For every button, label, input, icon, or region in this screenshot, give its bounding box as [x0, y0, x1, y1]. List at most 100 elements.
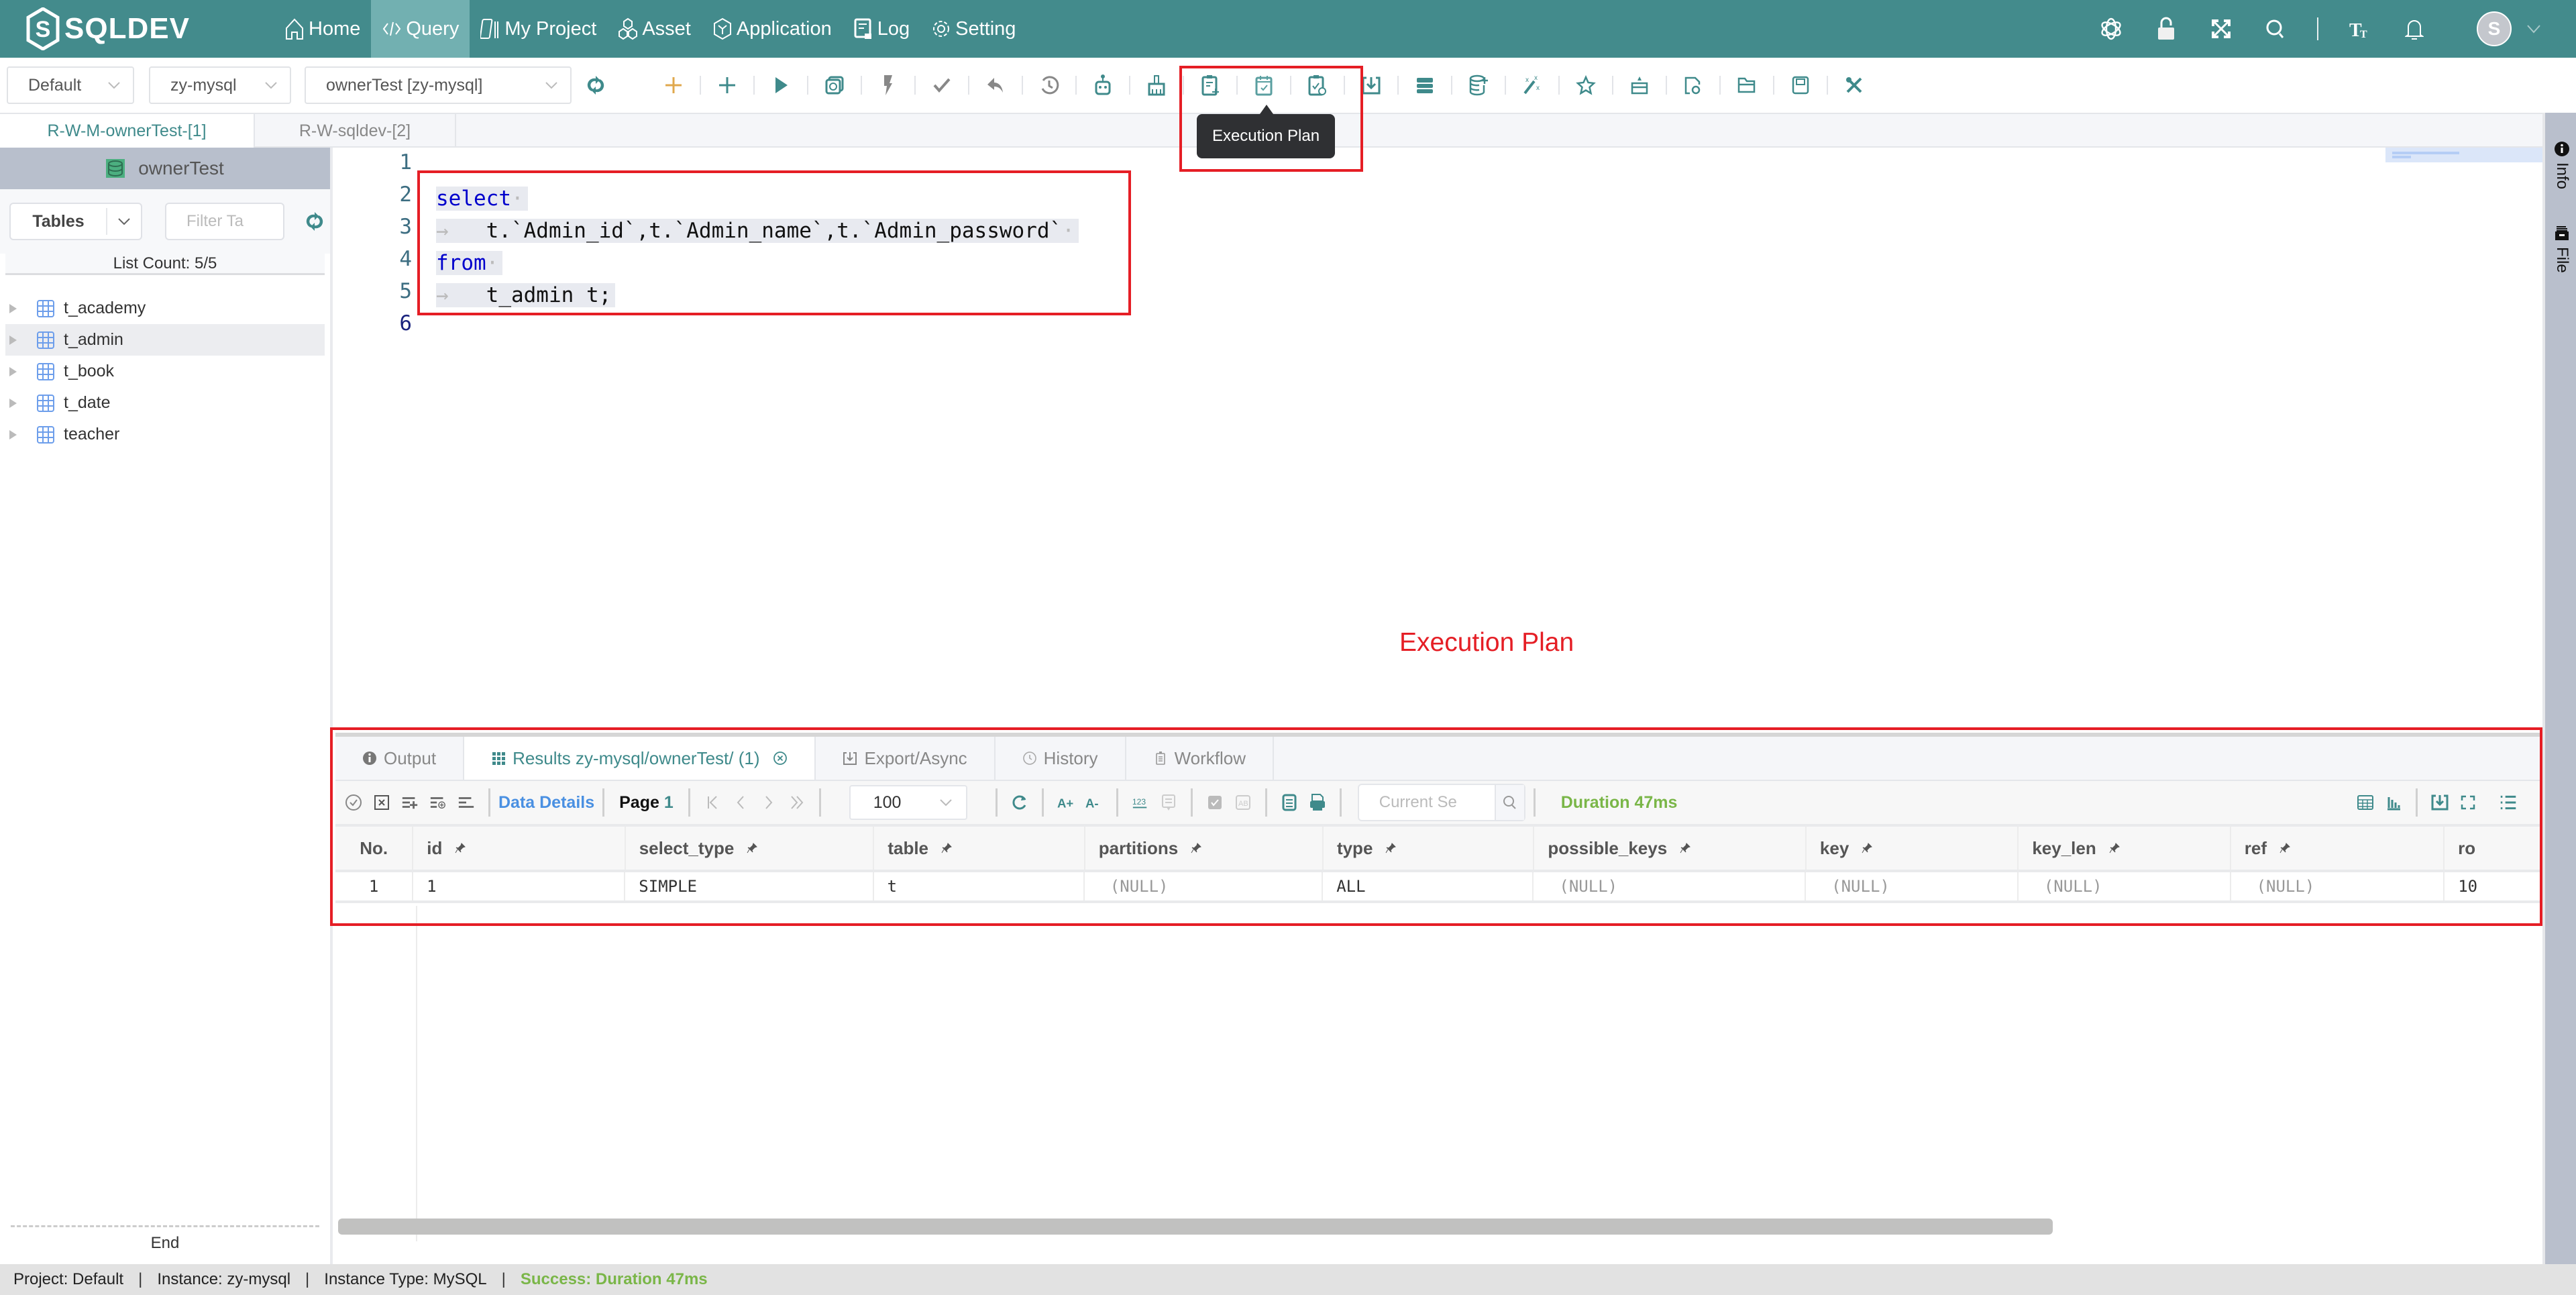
refresh-icon[interactable] [305, 211, 325, 231]
log-icon [854, 18, 871, 39]
expand-arrow-icon[interactable] [9, 429, 17, 439]
instance-select-value: zy-mysql [170, 75, 237, 95]
status-project: Project: Default [13, 1270, 124, 1288]
run-icon[interactable] [769, 73, 793, 97]
nav-application-label: Application [736, 17, 832, 40]
line-number: 4 [399, 247, 412, 271]
line-number: 6 [399, 311, 412, 335]
nav-asset-label: Asset [642, 17, 691, 40]
code-icon [383, 21, 401, 36]
table-icon [37, 362, 54, 380]
rollback-icon[interactable] [983, 73, 1008, 97]
add-database-icon[interactable] [1466, 73, 1491, 97]
nav-my-project[interactable]: My Project [470, 0, 607, 58]
nav-query[interactable]: Query [371, 0, 470, 58]
project-icon [480, 19, 499, 39]
top-navbar: S SQLDEV Home Query My Project Asset App… [0, 0, 2576, 58]
logo-icon: S [26, 7, 60, 50]
divider [753, 76, 755, 95]
table-icon [37, 394, 54, 412]
line-number: 5 [399, 279, 412, 303]
magic-wand-icon[interactable]: xxx [1520, 73, 1544, 97]
info-icon [2555, 142, 2569, 156]
expand-arrow-icon[interactable] [9, 335, 17, 345]
favorite-icon[interactable] [1574, 73, 1598, 97]
font-size-icon[interactable]: TT [2346, 15, 2373, 42]
file-icon [2555, 226, 2569, 240]
table-name: t_admin [64, 330, 123, 349]
rail-file[interactable]: File [2551, 225, 2573, 273]
divider [861, 76, 862, 95]
object-type-select[interactable]: Tables [9, 203, 142, 240]
table-name: t_book [64, 362, 115, 380]
nav-query-label: Query [406, 17, 460, 40]
tab-editor-1[interactable]: R-W-M-ownerTest-[1] [0, 114, 255, 148]
commit-icon[interactable] [930, 73, 954, 97]
refresh-connection-icon[interactable] [586, 75, 605, 95]
nav-log[interactable]: Log [843, 0, 920, 58]
data-table-icon[interactable] [1413, 73, 1437, 97]
divider [1827, 76, 1828, 95]
rail-info[interactable]: Info [2551, 141, 2573, 189]
chevron-down-icon [545, 82, 557, 89]
new-query-icon[interactable] [661, 73, 686, 97]
quick-run-icon[interactable] [876, 73, 900, 97]
divider [1666, 76, 1667, 95]
table-item[interactable]: t_academy [5, 293, 325, 324]
line-number: 1 [399, 150, 412, 174]
list-count-value: 5/5 [195, 254, 217, 272]
filter-tables-input[interactable]: Filter Ta [165, 203, 284, 240]
divider [416, 906, 417, 1241]
table-item[interactable]: t_date [5, 387, 325, 419]
format-brush-icon[interactable] [1144, 73, 1169, 97]
ai-robot-icon[interactable] [1091, 73, 1115, 97]
line-number: 2 [399, 183, 412, 207]
table-item[interactable]: t_book [5, 356, 325, 387]
chevron-down-icon[interactable] [2526, 24, 2541, 34]
expand-arrow-icon[interactable] [9, 366, 17, 376]
fullscreen-icon[interactable] [2208, 15, 2235, 42]
nav-setting[interactable]: Setting [920, 0, 1026, 58]
divider [1505, 76, 1506, 95]
line-gutter: 1 2 3 4 5 6 [335, 148, 416, 725]
search-icon[interactable] [2263, 15, 2290, 42]
open-folder-icon[interactable] [1735, 73, 1759, 97]
status-instance: Instance: zy-mysql [157, 1270, 291, 1288]
project-select[interactable]: Default [7, 66, 134, 104]
rail-info-label: Info [2553, 162, 2571, 190]
instance-select[interactable]: zy-mysql [149, 66, 291, 104]
asset-icon [619, 17, 638, 40]
expand-arrow-icon[interactable] [9, 398, 17, 408]
nav-my-project-label: My Project [504, 17, 597, 40]
app-root: S SQLDEV Home Query My Project Asset App… [0, 0, 2576, 1295]
tools-icon[interactable] [1842, 73, 1866, 97]
snippet-icon[interactable] [1627, 73, 1652, 97]
divider: | [305, 1270, 310, 1288]
table-list: t_academy t_admin t_book t_date teacher [0, 275, 330, 450]
tab-editor-2[interactable]: R-W-sqldev-[2] [255, 114, 456, 148]
database-select[interactable]: ownerTest [zy-mysql] [305, 66, 572, 104]
run-explain-icon[interactable] [822, 73, 847, 97]
right-rail: Info File [2542, 113, 2576, 1264]
ai-assistant-icon[interactable] [2098, 15, 2125, 42]
lock-icon[interactable] [2153, 15, 2180, 42]
main-nav: Home Query My Project Asset Application … [274, 0, 1026, 58]
logo[interactable]: S SQLDEV [25, 7, 247, 50]
table-item[interactable]: teacher [5, 419, 325, 450]
file-link-icon[interactable] [1681, 73, 1705, 97]
expand-arrow-icon[interactable] [9, 303, 17, 313]
nav-asset[interactable]: Asset [607, 0, 702, 58]
svg-text:x: x [1534, 75, 1538, 82]
table-item[interactable]: t_admin [5, 324, 325, 356]
history-icon[interactable] [1037, 73, 1061, 97]
save-icon[interactable] [1788, 73, 1813, 97]
minimap[interactable] [2385, 148, 2542, 162]
add-icon[interactable] [715, 73, 739, 97]
avatar[interactable]: S [2477, 11, 2512, 46]
nav-application[interactable]: Application [702, 0, 843, 58]
bell-icon[interactable] [2401, 15, 2428, 42]
nav-home[interactable]: Home [274, 0, 371, 58]
sidebar-database-name: ownerTest [138, 158, 224, 178]
horizontal-scrollbar[interactable] [338, 1219, 2053, 1235]
divider [1773, 76, 1774, 95]
